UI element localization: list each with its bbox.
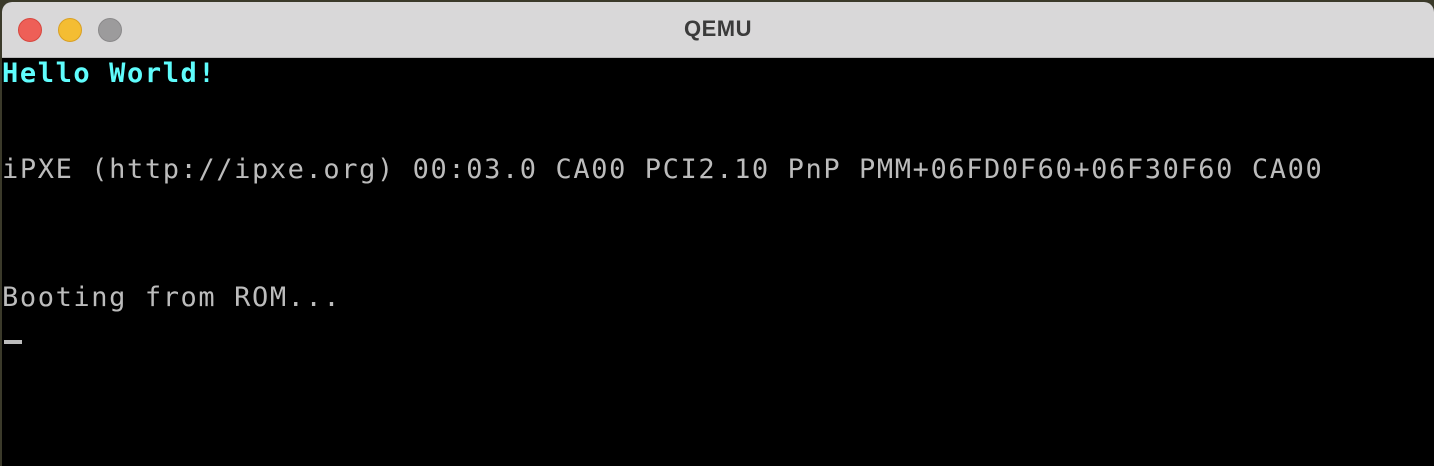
console-screen[interactable]: Hello World! iPXE (http://ipxe.org) 00:0… [2,58,1434,466]
console-line-hello: Hello World! [2,58,217,89]
window-title: QEMU [684,16,752,41]
console-line-ipxe: iPXE (http://ipxe.org) 00:03.0 CA00 PCI2… [2,154,1324,185]
text-cursor [4,340,22,344]
title-bar[interactable]: QEMU [2,2,1434,58]
qemu-window: QEMU Hello World! iPXE (http://ipxe.org)… [2,2,1434,466]
console-line-booting: Booting from ROM... [2,282,342,313]
